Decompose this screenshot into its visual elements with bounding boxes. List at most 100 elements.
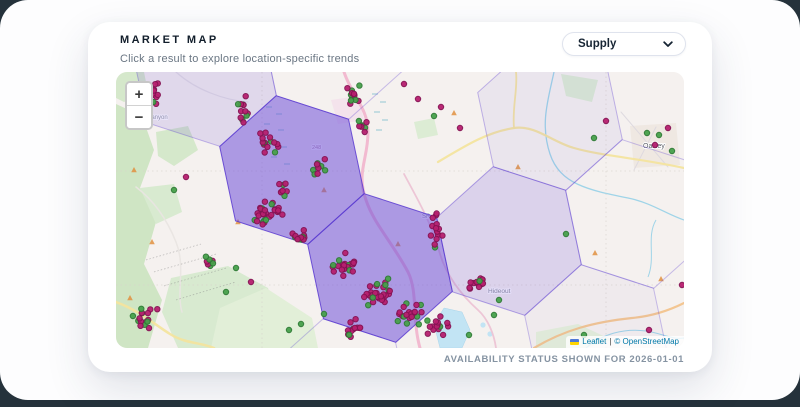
map-container[interactable]: OakleyHideoutSRCanyon248 + − Leaflet | ©… xyxy=(116,72,684,348)
result-dot-magenta[interactable] xyxy=(363,119,370,126)
result-dot-green[interactable] xyxy=(345,331,353,338)
result-dot-magenta[interactable] xyxy=(276,180,283,188)
mode-select-dropdown[interactable]: Supply xyxy=(562,32,686,56)
result-dot-green[interactable] xyxy=(369,294,376,301)
result-dot-green[interactable] xyxy=(209,260,217,267)
result-dot-magenta[interactable] xyxy=(467,279,474,286)
result-dot-magenta[interactable] xyxy=(400,303,407,311)
result-dot-magenta[interactable] xyxy=(645,326,653,334)
result-dot-magenta[interactable] xyxy=(437,103,445,111)
result-dot-magenta[interactable] xyxy=(279,211,286,218)
result-dot-green[interactable] xyxy=(643,129,651,137)
result-dot-green[interactable] xyxy=(668,147,676,155)
result-dot-magenta[interactable] xyxy=(424,330,431,337)
result-dot-green[interactable] xyxy=(394,317,401,325)
result-dot-magenta[interactable] xyxy=(366,283,374,290)
result-dot-magenta[interactable] xyxy=(259,221,266,228)
result-dot-magenta[interactable] xyxy=(262,129,269,136)
result-dot-magenta[interactable] xyxy=(261,198,269,205)
result-dot-green[interactable] xyxy=(465,331,473,339)
result-dot-magenta[interactable] xyxy=(338,266,346,273)
result-dot-magenta[interactable] xyxy=(418,309,425,316)
result-dot-magenta[interactable] xyxy=(361,128,368,136)
result-dot-green[interactable] xyxy=(590,134,598,142)
result-dot-magenta[interactable] xyxy=(427,232,435,239)
result-dot-green[interactable] xyxy=(365,302,372,309)
result-dot-magenta[interactable] xyxy=(396,309,403,316)
result-dot-magenta[interactable] xyxy=(266,134,274,141)
result-dot-magenta[interactable] xyxy=(351,324,359,332)
result-dot-magenta[interactable] xyxy=(264,143,271,151)
result-dot-magenta[interactable] xyxy=(271,139,278,146)
result-dot-green[interactable] xyxy=(476,277,483,285)
result-dot-magenta[interactable] xyxy=(144,309,152,317)
result-dot-magenta[interactable] xyxy=(279,187,286,195)
result-dot-magenta[interactable] xyxy=(444,319,451,327)
result-dot-magenta[interactable] xyxy=(439,331,447,339)
result-dot-magenta[interactable] xyxy=(242,93,249,100)
result-dot-green[interactable] xyxy=(144,318,151,325)
result-dot-magenta[interactable] xyxy=(154,306,161,313)
result-dot-magenta[interactable] xyxy=(377,293,385,300)
result-dot-magenta[interactable] xyxy=(136,315,143,322)
result-dot-magenta[interactable] xyxy=(678,281,684,289)
result-dot-magenta[interactable] xyxy=(344,85,351,92)
result-dot-magenta[interactable] xyxy=(361,293,368,301)
result-dot-magenta[interactable] xyxy=(313,161,321,168)
result-dot-magenta[interactable] xyxy=(466,284,473,292)
result-dot-magenta[interactable] xyxy=(408,313,415,321)
result-dot-green[interactable] xyxy=(320,310,328,318)
result-dot-magenta[interactable] xyxy=(314,170,321,177)
result-dot-magenta[interactable] xyxy=(340,272,347,280)
result-dot-magenta[interactable] xyxy=(439,232,446,239)
result-dot-magenta[interactable] xyxy=(426,323,434,330)
result-dot-green[interactable] xyxy=(285,326,293,334)
openstreetmap-link[interactable]: © OpenStreetMap xyxy=(614,337,679,346)
result-dot-magenta[interactable] xyxy=(137,322,144,330)
result-dot-green[interactable] xyxy=(202,253,210,260)
result-dot-magenta[interactable] xyxy=(242,108,249,115)
result-dot-magenta[interactable] xyxy=(602,117,610,125)
result-dot-green[interactable] xyxy=(490,311,498,319)
result-dot-magenta[interactable] xyxy=(356,324,364,331)
result-dot-magenta[interactable] xyxy=(300,227,308,234)
result-dot-magenta[interactable] xyxy=(330,268,338,275)
result-dot-magenta[interactable] xyxy=(433,235,440,243)
result-dot-magenta[interactable] xyxy=(350,259,357,267)
result-dot-magenta[interactable] xyxy=(352,316,359,323)
result-dot-green[interactable] xyxy=(403,320,411,327)
result-dot-magenta[interactable] xyxy=(257,130,264,137)
result-dot-magenta[interactable] xyxy=(347,319,354,326)
result-dot-magenta[interactable] xyxy=(152,81,159,88)
result-dot-green[interactable] xyxy=(347,97,355,104)
result-dot-green[interactable] xyxy=(271,149,279,156)
result-dot-magenta[interactable] xyxy=(350,90,358,97)
result-dot-magenta[interactable] xyxy=(268,211,275,219)
result-dot-magenta[interactable] xyxy=(414,95,422,103)
result-dot-magenta[interactable] xyxy=(237,114,244,121)
result-dot-green[interactable] xyxy=(297,320,305,328)
leaflet-link[interactable]: Leaflet xyxy=(582,337,606,346)
result-dot-magenta[interactable] xyxy=(342,249,349,257)
result-dot-green[interactable] xyxy=(495,296,503,304)
result-dot-green[interactable] xyxy=(373,280,381,288)
zoom-out-button[interactable]: − xyxy=(127,106,151,128)
result-dot-green[interactable] xyxy=(382,281,389,289)
result-dot-magenta[interactable] xyxy=(294,236,301,243)
result-dot-green[interactable] xyxy=(232,264,240,272)
result-dot-green[interactable] xyxy=(138,305,145,313)
result-dot-green[interactable] xyxy=(268,201,275,208)
result-dot-magenta[interactable] xyxy=(356,123,363,130)
result-dot-magenta[interactable] xyxy=(261,207,269,214)
result-dot-magenta[interactable] xyxy=(282,180,289,187)
result-dot-magenta[interactable] xyxy=(261,149,268,156)
result-dot-magenta[interactable] xyxy=(431,241,438,248)
result-dot-magenta[interactable] xyxy=(456,124,464,132)
result-dot-magenta[interactable] xyxy=(437,313,444,320)
result-dot-magenta[interactable] xyxy=(400,80,408,88)
result-dot-magenta[interactable] xyxy=(253,218,261,225)
result-dot-magenta[interactable] xyxy=(411,308,418,316)
result-dot-green[interactable] xyxy=(415,321,422,328)
result-dot-green[interactable] xyxy=(430,112,438,120)
result-dot-magenta[interactable] xyxy=(664,124,672,132)
